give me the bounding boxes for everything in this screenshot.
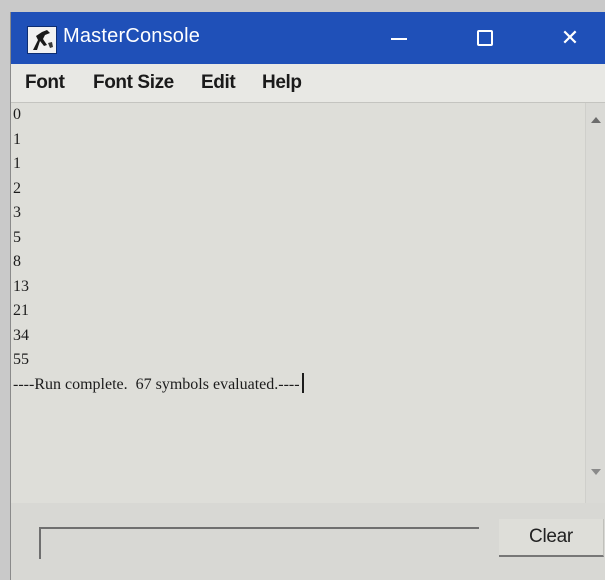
console-line: 13 — [13, 277, 29, 295]
title-bar[interactable]: MasterConsole ✕ — [11, 12, 605, 64]
close-icon: ✕ — [560, 25, 580, 50]
console-line: 3 — [13, 204, 21, 221]
text-caret — [301, 372, 304, 393]
minimize-button[interactable] — [368, 12, 430, 64]
console-output[interactable]: 0 1 1 2 3 5 8 13 21 34 55 ----Run comple… — [11, 103, 585, 503]
scroll-up-arrow-icon[interactable] — [591, 117, 601, 123]
console-line: 1 — [13, 155, 21, 172]
console-line: 5 — [13, 228, 21, 246]
menu-font[interactable]: Font — [25, 72, 65, 94]
menu-help[interactable]: Help — [262, 72, 302, 94]
maximize-button[interactable] — [454, 12, 516, 64]
app-icon — [27, 26, 57, 54]
clear-button[interactable]: Clear — [499, 519, 604, 557]
menu-edit[interactable]: Edit — [201, 72, 236, 94]
bottom-panel: Clear — [11, 503, 605, 580]
menu-font-size[interactable]: Font Size — [93, 72, 174, 94]
console-line: 34 — [13, 326, 29, 344]
close-button[interactable]: ✕ — [539, 12, 601, 64]
master-console-window: MasterConsole ✕ Font Font Size Edit Help… — [10, 12, 605, 580]
minimize-icon — [391, 38, 407, 40]
run-status-text: ----Run complete. 67 symbols evaluated.-… — [13, 375, 300, 393]
scroll-down-arrow-icon[interactable] — [591, 469, 601, 475]
console-status-line: ----Run complete. 67 symbols evaluated.-… — [11, 372, 585, 398]
menu-bar: Font Font Size Edit Help — [11, 64, 605, 103]
console-line: 8 — [13, 253, 21, 270]
console-line: 55 — [13, 351, 29, 368]
console-line: 21 — [13, 302, 29, 319]
command-input[interactable] — [39, 527, 479, 559]
console-scrollbar[interactable] — [585, 103, 605, 503]
console-line: 2 — [13, 179, 21, 197]
window-title: MasterConsole — [63, 25, 201, 47]
maximize-icon — [477, 30, 493, 46]
console-line: 1 — [13, 130, 21, 148]
console-line: 0 — [13, 106, 21, 123]
